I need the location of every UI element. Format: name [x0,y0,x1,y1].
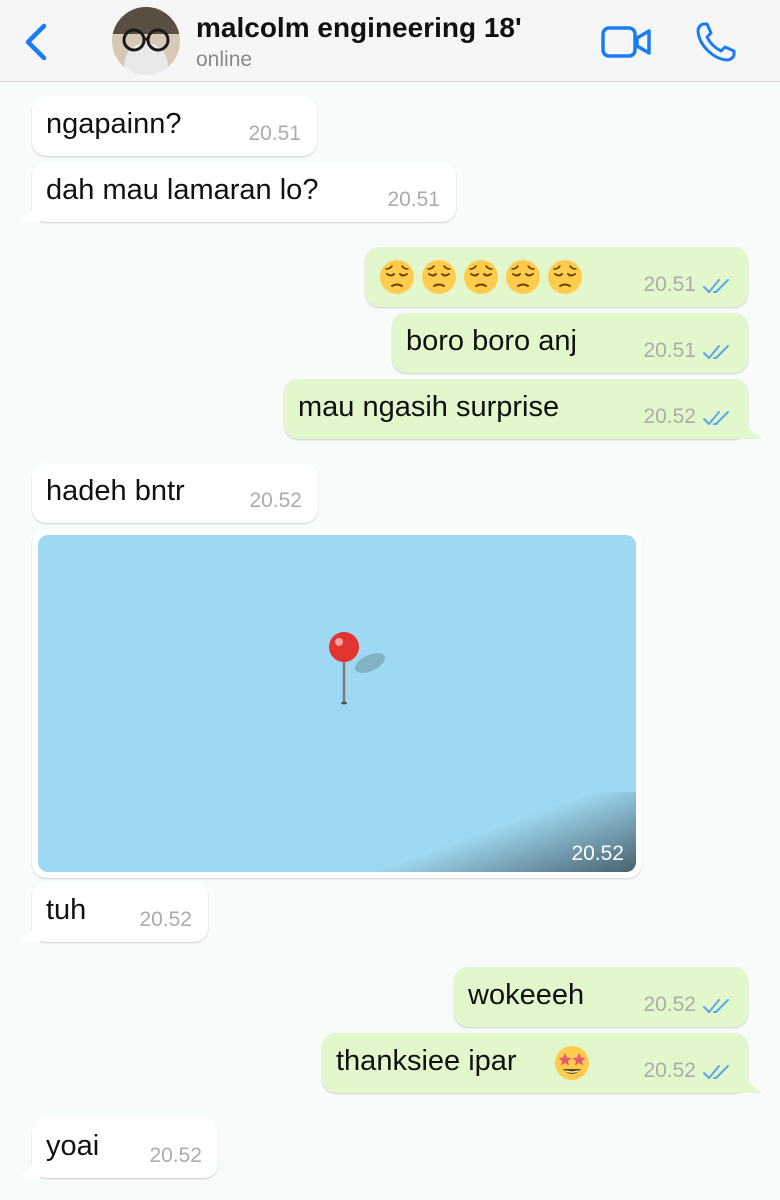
message-text: wokeeeh [468,979,585,1011]
pensive-face-emoji-icon [422,260,456,294]
read-receipt-icon [703,411,729,425]
star-struck-emoji-icon [555,1046,589,1080]
pensive-face-emoji-icon [380,260,414,294]
presence-status: online [196,48,253,71]
message-timestamp: 20.52 [149,1144,202,1167]
location-message-bubble[interactable]: 20.52 [32,529,642,878]
location-map-preview[interactable]: 20.52 [38,535,636,872]
message-timestamp: 20.51 [387,188,440,211]
message-timestamp: 20.51 [643,339,696,362]
back-chevron-icon[interactable] [18,22,54,62]
chat-header: malcolm engineering 18' online [0,0,780,82]
read-receipt-icon [703,345,729,359]
message-text: ngapainn? [46,108,182,140]
message-bubble-outgoing[interactable]: thanksiee ipar 20.52 [322,1033,748,1093]
message-timestamp: 20.52 [643,993,696,1016]
message-bubble-incoming[interactable]: ngapainn? 20.51 [32,96,317,156]
chat-title[interactable]: malcolm engineering 18' [196,12,522,44]
message-text: tuh [46,894,87,926]
message-text: mau ngasih surprise [298,391,560,423]
message-timestamp: 20.52 [139,908,192,931]
message-text: thanksiee ipar [336,1045,517,1077]
contact-avatar[interactable] [112,7,180,75]
message-text: boro boro anj [406,325,577,357]
message-bubble-incoming[interactable]: yoai 20.52 [32,1118,218,1178]
pensive-face-emoji-icon [506,260,540,294]
video-call-icon[interactable] [600,22,652,62]
message-timestamp: 20.52 [249,489,302,512]
read-receipt-icon [703,999,729,1013]
message-bubble-incoming[interactable]: dah mau lamaran lo? 20.51 [32,162,456,222]
message-timestamp: 20.52 [643,405,696,428]
message-timestamp: 20.51 [248,122,301,145]
map-pin-icon [329,632,385,705]
read-receipt-icon [703,279,729,293]
read-receipt-icon [703,1065,729,1079]
message-text: hadeh bntr [46,475,185,507]
pensive-face-emoji-icon [548,260,582,294]
message-timestamp: 20.52 [571,842,624,865]
message-bubble-incoming[interactable]: tuh 20.52 [32,882,208,942]
message-bubble-incoming[interactable]: hadeh bntr 20.52 [32,463,318,523]
message-timestamp: 20.51 [643,273,696,296]
emoji-row [379,259,583,295]
message-bubble-outgoing[interactable]: wokeeeh 20.52 [454,967,748,1027]
phone-call-icon[interactable] [694,20,738,64]
message-bubble-outgoing[interactable]: boro boro anj 20.51 [392,313,748,373]
pensive-face-emoji-icon [464,260,498,294]
message-timestamp: 20.52 [643,1059,696,1082]
message-bubble-outgoing[interactable]: 20.51 [365,247,748,307]
avatar-glasses-graphic [122,28,170,52]
message-text: dah mau lamaran lo? [46,174,319,206]
message-text: yoai [46,1130,100,1162]
message-bubble-outgoing[interactable]: mau ngasih surprise 20.52 [284,379,748,439]
